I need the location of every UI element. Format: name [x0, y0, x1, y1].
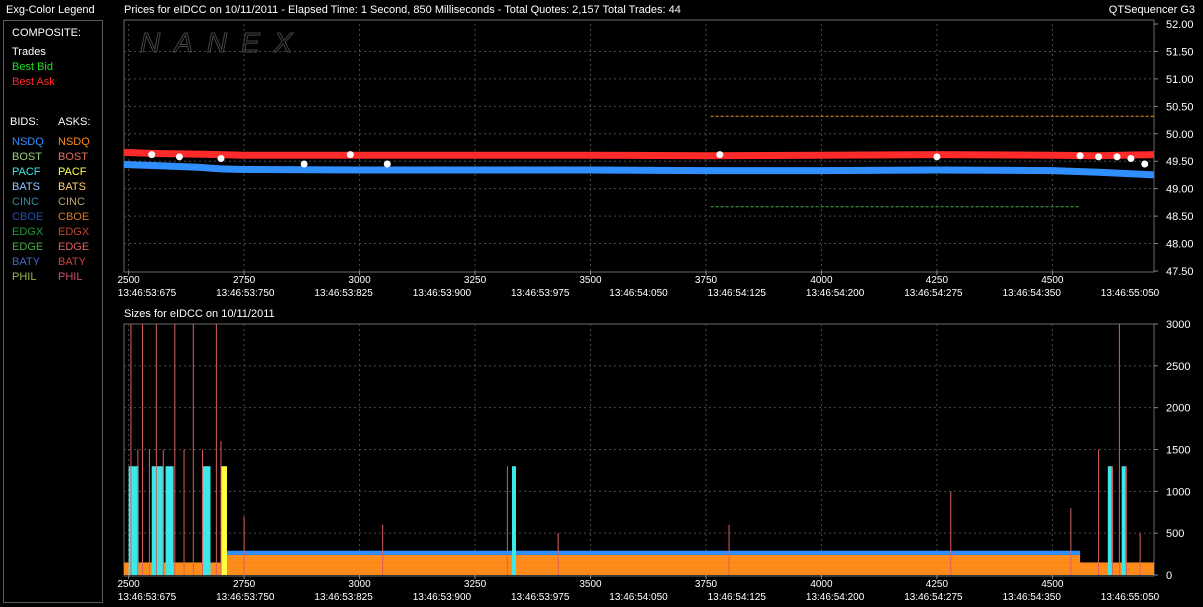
time-tick-label: 13:46:53:900: [413, 592, 472, 603]
trade-dot: [1076, 152, 1084, 160]
y-tick-label: 49.50: [1166, 156, 1194, 168]
y-tick-label: 1000: [1166, 486, 1190, 498]
time-tick-label: 13:46:54:200: [806, 288, 865, 299]
size-bar: [202, 466, 211, 575]
size-bar: [511, 466, 516, 575]
size-bar: [1107, 466, 1112, 575]
time-tick-label: 13:46:54:275: [904, 288, 963, 299]
time-tick-label: 13:46:54:125: [708, 592, 767, 603]
time-tick-label: 13:46:53:900: [413, 288, 472, 299]
x-tick-label: 2500: [117, 579, 140, 590]
x-tick-label: 3750: [695, 275, 718, 286]
trade-dot: [148, 151, 156, 159]
x-tick-label: 3250: [464, 579, 487, 590]
trade-dot: [175, 153, 183, 161]
x-tick-label: 2500: [117, 275, 140, 286]
trade-dot: [217, 154, 225, 162]
time-tick-label: 13:46:53:675: [118, 592, 177, 603]
x-tick-label: 4500: [1041, 579, 1064, 590]
y-tick-label: 500: [1166, 528, 1184, 540]
size-bar: [165, 466, 174, 575]
time-tick-label: 13:46:54:050: [609, 288, 668, 299]
x-tick-label: 4000: [810, 579, 833, 590]
trade-dot: [300, 160, 308, 168]
time-tick-label: 13:46:53:975: [511, 592, 570, 603]
trade-dot: [933, 153, 941, 161]
trade-dot: [383, 160, 391, 168]
time-tick-label: 13:46:53:825: [314, 592, 373, 603]
x-tick-label: 4500: [1041, 275, 1064, 286]
time-tick-label: 13:46:55:050: [1101, 592, 1160, 603]
trade-dot: [1141, 160, 1149, 168]
trade-dot: [716, 151, 724, 159]
trade-dot: [1127, 154, 1135, 162]
x-tick-label: 3250: [464, 275, 487, 286]
x-tick-label: 3500: [579, 579, 602, 590]
x-tick-label: 4250: [926, 579, 949, 590]
y-tick-label: 51.50: [1166, 46, 1194, 58]
y-tick-label: 47.50: [1166, 266, 1194, 278]
time-tick-label: 13:46:54:275: [904, 592, 963, 603]
y-tick-label: 48.50: [1166, 211, 1194, 223]
y-tick-label: 50.50: [1166, 101, 1194, 113]
x-tick-label: 3750: [695, 579, 718, 590]
x-tick-label: 2750: [233, 579, 256, 590]
size-bar: [220, 466, 227, 575]
time-tick-label: 13:46:53:750: [216, 592, 275, 603]
y-tick-label: 1500: [1166, 445, 1190, 457]
y-tick-label: 2000: [1166, 403, 1190, 415]
size-band: [124, 562, 1154, 575]
time-tick-label: 13:46:55:050: [1101, 288, 1160, 299]
y-tick-label: 50.00: [1166, 129, 1194, 141]
trade-dot: [346, 151, 354, 159]
x-tick-label: 4000: [810, 275, 833, 286]
time-tick-label: 13:46:54:125: [708, 288, 767, 299]
time-tick-label: 13:46:53:825: [314, 288, 373, 299]
y-tick-label: 0: [1166, 570, 1172, 582]
y-tick-label: 48.00: [1166, 239, 1194, 251]
trade-dot: [1095, 153, 1103, 161]
y-tick-label: 3000: [1166, 319, 1190, 331]
x-tick-label: 2750: [233, 275, 256, 286]
y-tick-label: 2500: [1166, 361, 1190, 373]
time-tick-label: 13:46:54:200: [806, 592, 865, 603]
y-tick-label: 51.00: [1166, 74, 1194, 86]
size-bar: [128, 466, 139, 575]
x-tick-label: 3000: [348, 579, 371, 590]
best-ask-line: [123, 148, 1155, 160]
x-tick-label: 3000: [348, 275, 371, 286]
y-tick-label: 49.00: [1166, 184, 1194, 196]
time-tick-label: 13:46:53:975: [511, 288, 570, 299]
time-tick-label: 13:46:54:350: [1003, 592, 1062, 603]
x-tick-label: 3500: [579, 275, 602, 286]
x-tick-label: 4250: [926, 275, 949, 286]
price-and-size-charts: NANEX 52.00 51.50 51.00 50.50 50.00 49.50 49.0…: [117, 19, 1194, 603]
time-tick-label: 13:46:54:050: [609, 592, 668, 603]
time-tick-label: 13:46:53:750: [216, 288, 275, 299]
size-bar: [151, 466, 164, 575]
time-tick-label: 13:46:53:675: [118, 288, 177, 299]
time-tick-label: 13:46:54:350: [1003, 288, 1062, 299]
trade-dot: [1113, 153, 1121, 161]
nanex-watermark: NANEX: [140, 27, 306, 58]
y-tick-label: 52.00: [1166, 19, 1194, 31]
size-bar: [1121, 466, 1126, 575]
